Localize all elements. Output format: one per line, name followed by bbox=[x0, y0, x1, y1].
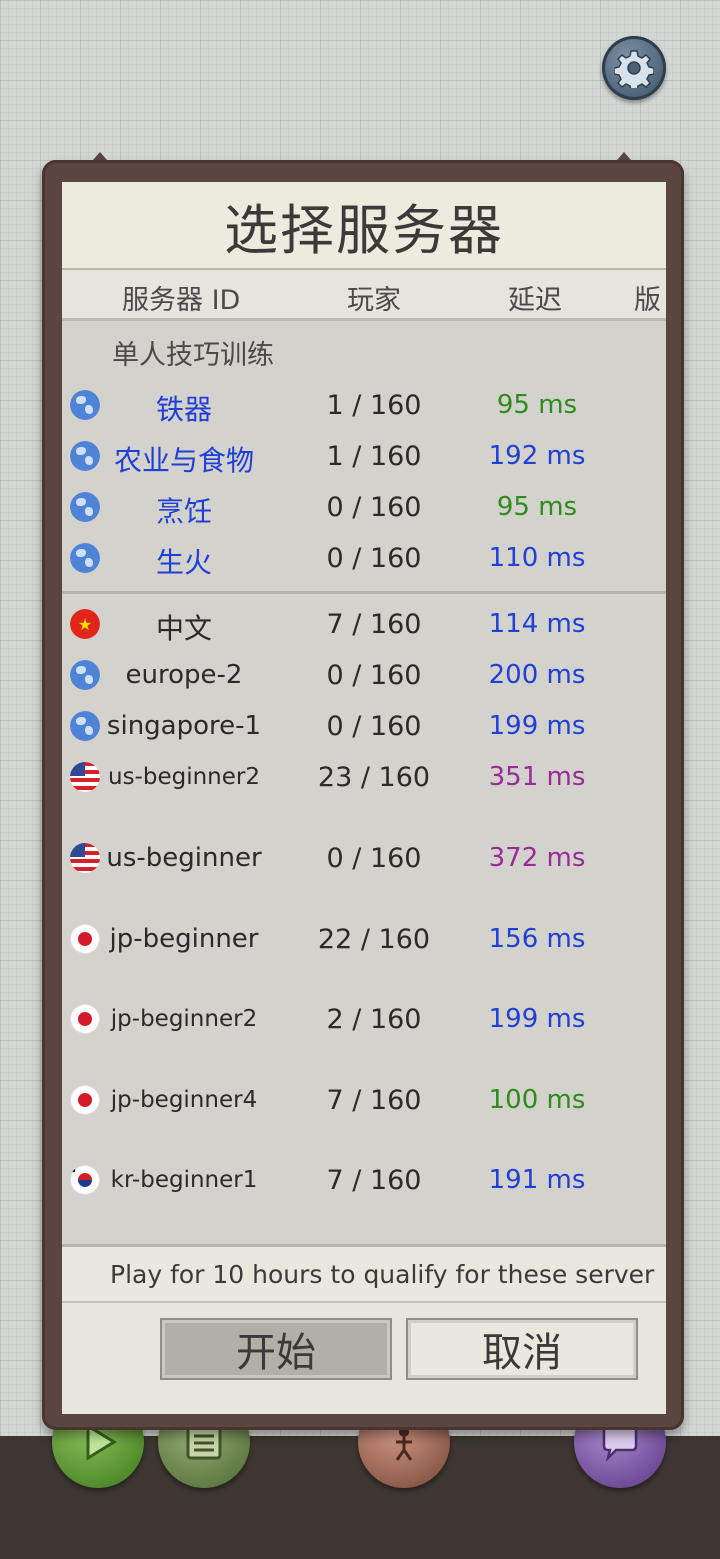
globe-icon bbox=[70, 711, 100, 741]
us-flag-icon bbox=[70, 843, 100, 873]
column-server-id[interactable]: 服务器 ID bbox=[122, 278, 240, 317]
server-ping: 110 ms bbox=[488, 543, 586, 573]
settings-button[interactable] bbox=[602, 36, 666, 100]
column-players[interactable]: 玩家 bbox=[347, 278, 401, 317]
server-ping: 156 ms bbox=[488, 924, 586, 954]
server-ping: 372 ms bbox=[488, 843, 586, 873]
server-row[interactable]: us-beginner2 23 / 160 351 ms bbox=[62, 752, 666, 802]
server-name: jp-beginner2 bbox=[110, 1006, 258, 1032]
server-row[interactable]: 农业与食物 1 / 160 192 ms bbox=[62, 431, 666, 481]
server-name: 生火 bbox=[155, 546, 212, 579]
server-players: 7 / 160 bbox=[326, 609, 422, 640]
china-flag-icon: ★ bbox=[70, 609, 100, 639]
server-name: us-beginner2 bbox=[108, 764, 260, 790]
server-ping: 199 ms bbox=[488, 711, 586, 741]
server-name: singapore-1 bbox=[106, 711, 262, 741]
server-list[interactable]: 单人技巧训练 铁器 1 / 160 95 ms 农业与食物 1 / 160 19… bbox=[62, 321, 666, 1244]
server-ping: 191 ms bbox=[488, 1165, 586, 1195]
notice-text: Play for 10 hours to qualify for these s… bbox=[110, 1260, 655, 1289]
server-players: 0 / 160 bbox=[326, 492, 422, 523]
server-row[interactable]: kr-beginner1 7 / 160 191 ms bbox=[62, 1155, 666, 1205]
server-ping: 200 ms bbox=[488, 660, 586, 690]
server-players: 23 / 160 bbox=[317, 762, 431, 793]
korea-flag-icon bbox=[70, 1165, 100, 1195]
server-row[interactable]: singapore-1 0 / 160 199 ms bbox=[62, 701, 666, 751]
section-label: 单人技巧训练 bbox=[112, 340, 274, 371]
cancel-button[interactable]: 取消 bbox=[406, 1318, 638, 1380]
column-version[interactable]: 版 bbox=[634, 278, 661, 317]
dialog-title: 选择服务器 bbox=[62, 182, 666, 270]
japan-flag-icon bbox=[70, 924, 100, 954]
server-players: 1 / 160 bbox=[326, 390, 422, 421]
server-ping: 95 ms bbox=[496, 390, 578, 420]
server-ping: 351 ms bbox=[488, 762, 586, 792]
server-name: europe-2 bbox=[125, 660, 243, 690]
server-name: us-beginner bbox=[106, 843, 262, 873]
column-header: 服务器 ID 玩家 延迟 版 bbox=[62, 270, 666, 321]
server-name: 中文 bbox=[155, 612, 212, 645]
server-name: 烹饪 bbox=[155, 495, 212, 528]
server-players: 7 / 160 bbox=[326, 1165, 422, 1196]
server-row[interactable]: jp-beginner2 2 / 160 199 ms bbox=[62, 994, 666, 1044]
server-select-dialog: 选择服务器 服务器 ID 玩家 延迟 版 单人技巧训练 铁器 1 / 160 9… bbox=[62, 182, 666, 1414]
server-players: 0 / 160 bbox=[326, 711, 422, 742]
globe-icon bbox=[70, 390, 100, 420]
server-row[interactable]: jp-beginner 22 / 160 156 ms bbox=[62, 914, 666, 964]
column-latency[interactable]: 延迟 bbox=[508, 278, 562, 317]
globe-icon bbox=[70, 543, 100, 573]
qualification-notice: Play for 10 hours to qualify for these s… bbox=[62, 1244, 666, 1303]
server-row[interactable]: 铁器 1 / 160 95 ms bbox=[62, 380, 666, 430]
server-ping: 100 ms bbox=[488, 1085, 586, 1115]
server-name: jp-beginner bbox=[109, 924, 259, 954]
start-button[interactable]: 开始 bbox=[160, 1318, 392, 1380]
gear-icon bbox=[614, 50, 654, 88]
server-players: 2 / 160 bbox=[326, 1004, 422, 1035]
server-players: 0 / 160 bbox=[326, 843, 422, 874]
server-ping: 199 ms bbox=[488, 1004, 586, 1034]
japan-flag-icon bbox=[70, 1004, 100, 1034]
server-name: 农业与食物 bbox=[113, 444, 254, 477]
server-name: kr-beginner1 bbox=[110, 1167, 258, 1193]
server-ping: 192 ms bbox=[488, 441, 586, 471]
server-ping: 114 ms bbox=[488, 609, 586, 639]
server-name: jp-beginner4 bbox=[110, 1087, 258, 1113]
server-ping: 95 ms bbox=[496, 492, 578, 522]
server-row[interactable]: ★ 中文 7 / 160 114 ms bbox=[62, 599, 666, 649]
us-flag-icon bbox=[70, 762, 100, 792]
server-row[interactable]: europe-2 0 / 160 200 ms bbox=[62, 650, 666, 700]
globe-icon bbox=[70, 660, 100, 690]
server-row[interactable]: jp-beginner4 7 / 160 100 ms bbox=[62, 1075, 666, 1125]
japan-flag-icon bbox=[70, 1085, 100, 1115]
server-players: 22 / 160 bbox=[317, 924, 431, 955]
server-players: 0 / 160 bbox=[326, 660, 422, 691]
globe-icon bbox=[70, 492, 100, 522]
section-divider bbox=[62, 591, 666, 594]
server-row[interactable]: 生火 0 / 160 110 ms bbox=[62, 533, 666, 583]
server-row[interactable]: 烹饪 0 / 160 95 ms bbox=[62, 482, 666, 532]
server-name: 铁器 bbox=[155, 393, 212, 426]
globe-icon bbox=[70, 441, 100, 471]
server-players: 7 / 160 bbox=[326, 1085, 422, 1116]
server-row[interactable]: us-beginner 0 / 160 372 ms bbox=[62, 833, 666, 883]
server-players: 1 / 160 bbox=[326, 441, 422, 472]
server-players: 0 / 160 bbox=[326, 543, 422, 574]
